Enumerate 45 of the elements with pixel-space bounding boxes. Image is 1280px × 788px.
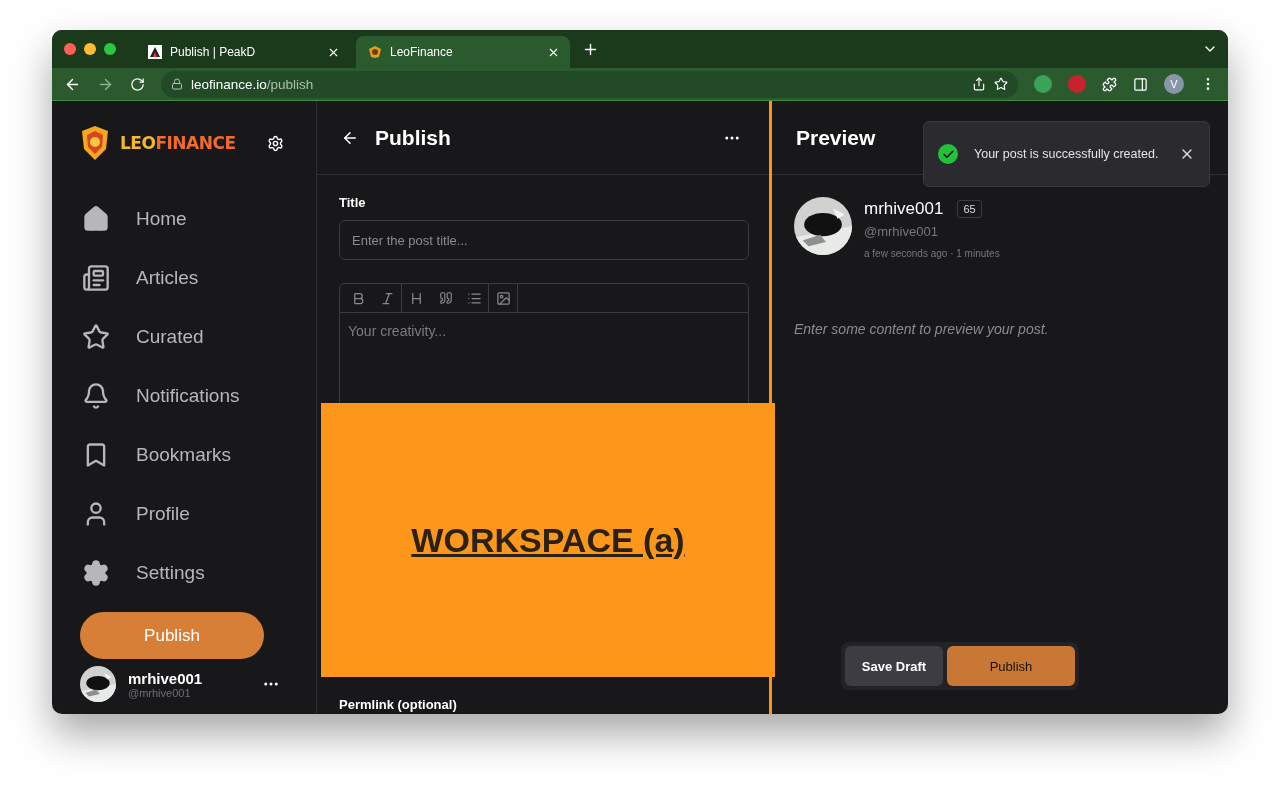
post-time: a few seconds ago · 1 minutes [864, 248, 1000, 259]
success-icon [938, 144, 958, 164]
save-draft-button[interactable]: Save Draft [845, 646, 943, 686]
minimize-window-icon[interactable] [84, 43, 96, 55]
nav-item[interactable]: Articles [82, 259, 316, 297]
publish-button[interactable]: Publish [947, 646, 1075, 686]
nav-item[interactable]: Home [82, 200, 316, 238]
logo-text: LEOFINANCE [120, 133, 237, 153]
field-label: Permlink (optional) [339, 697, 458, 712]
browser-tab[interactable]: LeoFinance [356, 36, 570, 68]
nav-item[interactable]: Bookmarks [82, 436, 316, 474]
star-icon [82, 323, 110, 351]
title-field[interactable]: Enter the post title... [339, 220, 749, 260]
star-icon[interactable] [994, 77, 1008, 91]
lock-icon [171, 78, 183, 90]
browser-tab[interactable]: Publish | PeakD [136, 36, 350, 68]
tab-title: Publish | PeakD [170, 45, 257, 59]
reputation-badge: 65 [957, 200, 982, 218]
newspaper-icon [82, 264, 110, 292]
share-icon[interactable] [972, 77, 986, 91]
address-bar[interactable]: leofinance.io/publish [161, 70, 1018, 98]
tab-title: LeoFinance [390, 45, 454, 59]
reload-icon[interactable] [130, 76, 145, 92]
triangle-logo-icon [148, 45, 162, 59]
nav-item[interactable]: Settings [82, 554, 316, 592]
nav-item[interactable]: Curated [82, 318, 316, 356]
page-title: Publish [375, 125, 452, 150]
nav-item[interactable]: Notifications [82, 377, 316, 415]
toast-message: Your post is successfully created. [974, 146, 1160, 163]
nav-item[interactable]: Profile [82, 495, 316, 533]
side-panel-icon[interactable] [1133, 76, 1148, 92]
close-window-icon[interactable] [64, 43, 76, 55]
settings-icon[interactable] [267, 134, 284, 152]
user-name: mrhive001 [128, 669, 203, 687]
author-name: mrhive001 [864, 199, 944, 219]
maximize-window-icon[interactable] [104, 43, 116, 55]
empty-preview-text: Enter some content to preview your post. [794, 321, 1050, 337]
bell-icon [82, 382, 110, 410]
overlay-label: WORKSPACE (a) [411, 520, 685, 560]
house-icon [82, 205, 110, 233]
preview-title: Preview [796, 125, 876, 150]
author-handle: @mrhive001 [864, 224, 939, 239]
field-label: Title [339, 195, 367, 210]
user-handle: @mrhive001 [128, 686, 192, 699]
puzzle-icon[interactable] [1102, 76, 1117, 92]
